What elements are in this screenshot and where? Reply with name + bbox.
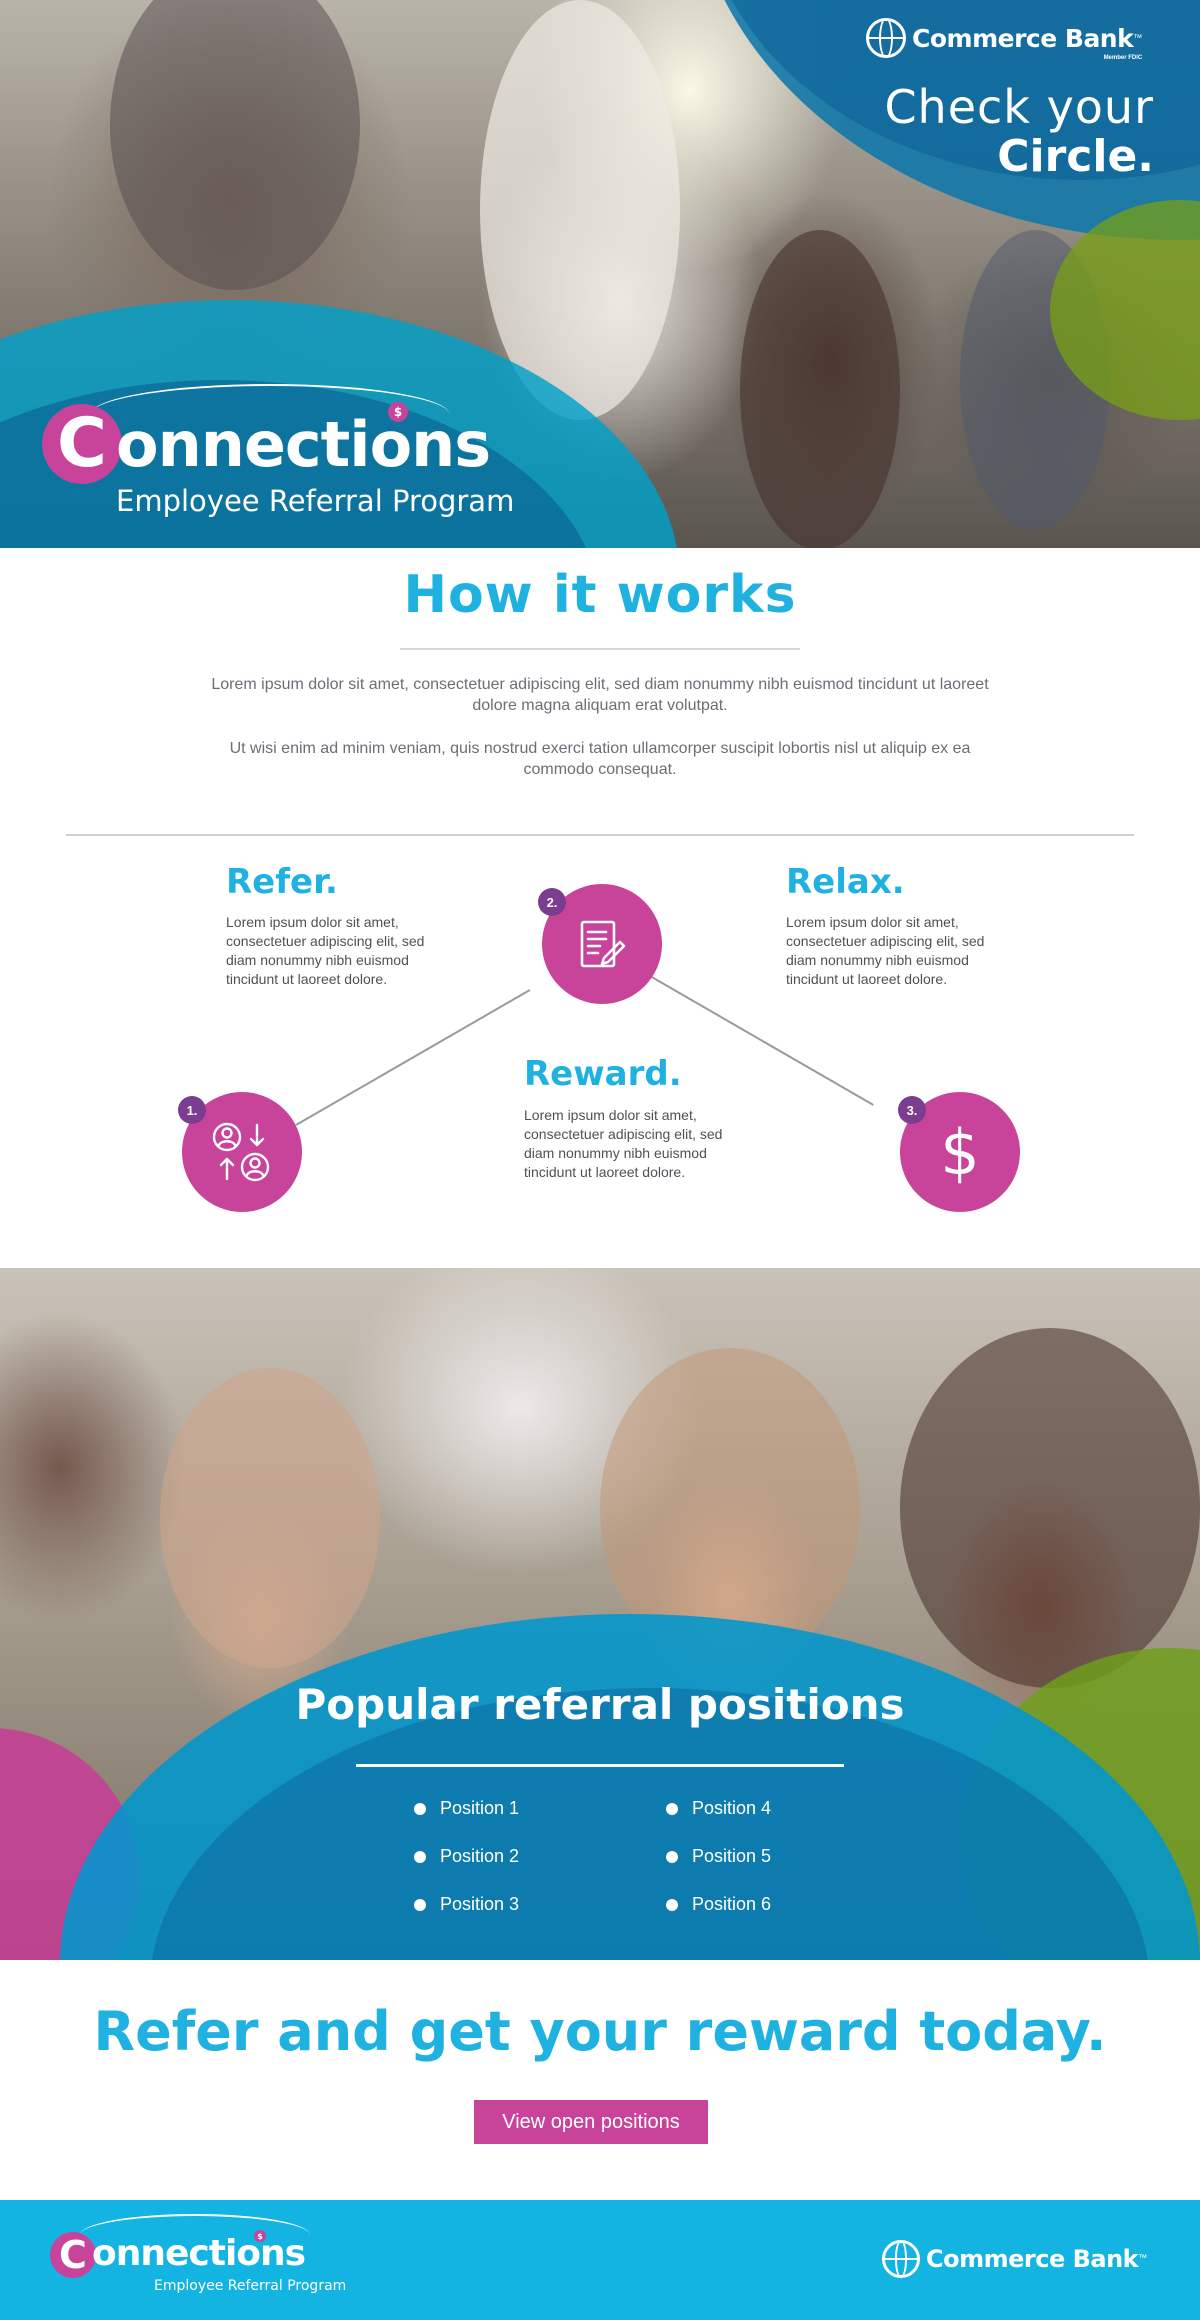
footer-connections-logo[interactable]: $ C onnections Employee Referral Program	[50, 2214, 370, 2314]
hero-photo-person	[110, 0, 360, 290]
program-subtitle: Employee Referral Program	[154, 2278, 347, 2294]
step-number-badge: 1.	[178, 1096, 206, 1124]
positions-heading: Popular referral positions	[295, 1680, 905, 1729]
hero-photo-person	[480, 0, 680, 420]
bank-trademark: ™	[1138, 2252, 1148, 2263]
intro-paragraph-1: Lorem ipsum dolor sit amet, consectetuer…	[211, 676, 989, 714]
positions-photo	[0, 1268, 1200, 1960]
position-item[interactable]: Position 4	[666, 1798, 771, 1819]
step-reward-text: Lorem ipsum dolor sit amet, consectetuer…	[524, 1107, 723, 1180]
bank-name: Commerce Bank	[926, 2245, 1139, 2273]
hero-tagline: Check your Circle.	[884, 82, 1154, 182]
step-refer-text: Lorem ipsum dolor sit amet, consectetuer…	[226, 914, 425, 987]
step-number-badge: 2.	[538, 888, 566, 916]
position-item[interactable]: Position 6	[666, 1894, 771, 1915]
step-number-badge: 3.	[898, 1096, 926, 1124]
position-item[interactable]: Position 2	[414, 1846, 519, 1867]
program-subtitle: Employee Referral Program	[116, 484, 515, 518]
bullet-icon	[666, 1802, 678, 1815]
globe-icon	[866, 18, 906, 58]
logo-c-circle: C	[42, 404, 122, 484]
globe-icon	[882, 2240, 920, 2278]
logo-c-circle: C	[50, 2232, 96, 2278]
heading-divider	[400, 648, 800, 650]
logo-c-letter: C	[59, 2233, 87, 2277]
bullet-icon	[414, 1802, 426, 1815]
step-relax-text: Lorem ipsum dolor sit amet, consectetuer…	[786, 914, 985, 987]
section-divider	[66, 834, 1134, 836]
position-label: Position 6	[692, 1894, 772, 1914]
position-item[interactable]: Position 5	[666, 1846, 771, 1867]
photo-person	[160, 1368, 380, 1668]
document-pen-icon	[580, 920, 626, 968]
dollar-icon: $	[940, 1115, 980, 1189]
photo-person	[900, 1328, 1200, 1688]
positions-divider	[356, 1764, 844, 1767]
position-label: Position 1	[440, 1798, 520, 1818]
step-reward-title: Reward.	[524, 1054, 682, 1094]
view-open-positions-button[interactable]: View open positions	[474, 2100, 708, 2144]
intro-paragraph-2: Ut wisi enim ad minim veniam, quis nostr…	[229, 740, 971, 778]
cta-heading: Refer and get your reward today.	[93, 2000, 1107, 2063]
bullet-icon	[414, 1850, 426, 1863]
logo-word: onnections	[92, 2233, 306, 2274]
tagline-line2: Circle.	[997, 131, 1154, 182]
hero-banner: Commerce Bank™ Member FDIC Check your Ci…	[0, 0, 1200, 548]
bank-name: Commerce Bank	[912, 23, 1134, 53]
position-label: Position 2	[440, 1846, 520, 1866]
position-label: Position 3	[440, 1894, 520, 1914]
page: Commerce Bank™ Member FDIC Check your Ci…	[0, 0, 1200, 2320]
tagline-line1: Check your	[884, 80, 1154, 134]
bank-subtitle: Member FDIC	[1103, 54, 1143, 61]
logo-word: onnections	[116, 408, 491, 481]
position-item[interactable]: Position 1	[414, 1798, 519, 1819]
bullet-icon	[666, 1898, 678, 1911]
step-refer-title: Refer.	[226, 862, 338, 902]
footer-commerce-bank-logo[interactable]: Commerce Bank™	[882, 2240, 1147, 2278]
connections-logo: $ C onnections Employee Referral Program	[42, 380, 562, 530]
bullet-icon	[414, 1898, 426, 1911]
footer: $ C onnections Employee Referral Program…	[0, 2200, 1200, 2320]
position-item[interactable]: Position 3	[414, 1894, 519, 1915]
how-it-works-heading: How it works	[403, 565, 797, 625]
commerce-bank-logo[interactable]: Commerce Bank™ Member FDIC	[866, 18, 1143, 61]
logo-c-letter: C	[57, 404, 107, 483]
step-relax-title: Relax.	[786, 862, 905, 902]
connector-line	[295, 989, 531, 1126]
connector-line	[649, 975, 874, 1106]
bank-trademark: ™	[1133, 32, 1143, 43]
position-label: Position 5	[692, 1846, 772, 1866]
hero-photo-person	[740, 230, 900, 548]
position-label: Position 4	[692, 1798, 772, 1818]
people-exchange-icon	[212, 1122, 270, 1182]
bullet-icon	[666, 1850, 678, 1863]
